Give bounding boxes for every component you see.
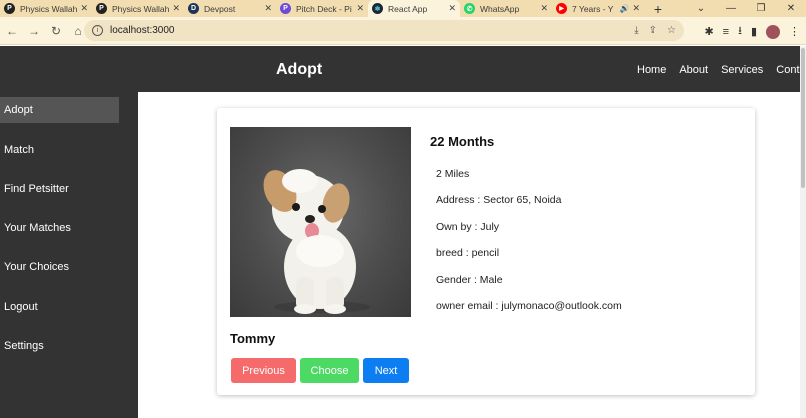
choose-button[interactable]: Choose [300,358,359,383]
sidebar-item-settings[interactable]: Settings [0,333,119,359]
react-favicon-icon: ⚛ [372,3,383,14]
bookmark-star-icon[interactable]: ☆ [667,25,676,36]
downloads-icon[interactable]: ⭳ [738,22,742,41]
reload-icon[interactable]: ↻ [46,24,66,38]
side-panel-icon[interactable]: ▮ [751,25,757,38]
media-queue-icon[interactable]: ≡ [723,26,729,38]
close-icon[interactable]: ✕ [80,3,88,14]
browser-tabbar: P Physics Wallah ✕ P Physics Wallah ✕ D Devpo… [0,0,806,17]
close-icon[interactable]: ✕ [264,3,272,14]
browser-tab[interactable]: ✆ WhatsApp ✕ [460,0,552,17]
pet-address: Address : Sector 65, Noida [436,194,562,206]
new-tab-button[interactable]: + [648,0,668,17]
forward-icon[interactable]: → [24,24,44,38]
pet-name: Tommy [230,331,276,346]
address-toolbar: ← → ↻ ⌂ i localhost:3000 ⤓ ⇪ ☆ [0,17,806,45]
page-title: Adopt [276,61,323,78]
browser-tab[interactable]: P Pitch Deck - Pi ✕ [276,0,368,17]
share-icon[interactable]: ⇪ [649,25,657,36]
sidebar-item-match[interactable]: Match [0,137,119,163]
physics-wallah-favicon-icon: P [4,3,15,14]
dog-illustration [263,169,370,314]
top-nav: Home About Services Contact [637,64,806,76]
restore-icon[interactable]: ❐ [746,3,776,14]
back-icon[interactable]: ← [2,24,22,38]
profile-avatar[interactable] [766,24,780,39]
sidebar-item-logout[interactable]: Logout [0,294,119,320]
window-close-icon[interactable]: ✕ [776,3,806,14]
site-info-icon[interactable]: i [92,25,103,36]
sidebar-item-adopt[interactable]: Adopt [0,97,119,123]
close-icon[interactable]: ✕ [172,3,180,14]
close-icon[interactable]: ✕ [540,3,548,14]
pet-age: 22 Months [430,134,495,149]
browser-tab[interactable]: ▶ 7 Years - Y 🔊 ✕ [552,0,644,17]
next-button[interactable]: Next [363,358,409,383]
url-text[interactable]: localhost:3000 [110,25,175,36]
browser-tab-active[interactable]: ⚛ React App ✕ [368,0,460,17]
close-icon[interactable]: ✕ [356,3,364,14]
youtube-favicon-icon: ▶ [556,3,567,14]
download-page-icon[interactable]: ⤓ [634,25,638,36]
pet-owner: Own by : July [436,221,500,233]
tab-search-icon[interactable]: ⌄ [686,3,716,14]
pitch-favicon-icon: P [280,3,291,14]
sidebar-item-your-matches[interactable]: Your Matches [0,215,119,241]
sidebar: Adopt Match Find Petsitter Your Matches … [0,92,138,418]
url-bar[interactable]: i localhost:3000 ⤓ ⇪ ☆ [84,20,684,41]
browser-tab[interactable]: D Devpost ✕ [184,0,276,17]
whatsapp-favicon-icon: ✆ [464,3,475,14]
sidebar-item-your-choices[interactable]: Your Choices [0,254,119,280]
action-buttons: Previous Choose Next [231,358,409,383]
close-icon[interactable]: ✕ [632,3,640,14]
extensions-puzzle-icon[interactable]: ✱ [704,25,713,38]
page-scrollbar[interactable] [800,46,806,418]
nav-about-link[interactable]: About [679,64,708,76]
close-icon[interactable]: ✕ [448,3,456,14]
nav-home-link[interactable]: Home [637,64,666,76]
pet-breed: breed : pencil [436,247,500,259]
browser-tab[interactable]: P Physics Wallah ✕ [92,0,184,17]
pet-distance: 2 Miles [436,168,470,180]
extension-icons: ✱ ≡ ⭳ ▮ ⋮ [704,22,800,41]
nav-services-link[interactable]: Services [721,64,763,76]
devpost-favicon-icon: D [188,3,199,14]
scrollbar-thumb[interactable] [801,48,805,188]
physics-wallah-favicon-icon: P [96,3,107,14]
previous-button[interactable]: Previous [231,358,296,383]
app-header: Adopt Home About Services Contact [0,46,806,92]
menu-kebab-icon[interactable]: ⋮ [789,25,800,38]
sidebar-item-find-petsitter[interactable]: Find Petsitter [0,176,119,202]
speaker-icon[interactable]: 🔊 [619,4,629,13]
pet-photo [230,127,411,317]
pet-gender: Gender : Male [436,274,503,286]
pet-card: Tommy Previous Choose Next 22 Months 2 M… [217,108,755,395]
browser-tab[interactable]: P Physics Wallah ✕ [0,0,92,17]
pet-owner-email: owner email : julymonaco@outlook.com [436,300,622,312]
minimize-icon[interactable]: — [716,3,746,14]
window-controls: ⌄ — ❐ ✕ [686,0,806,17]
